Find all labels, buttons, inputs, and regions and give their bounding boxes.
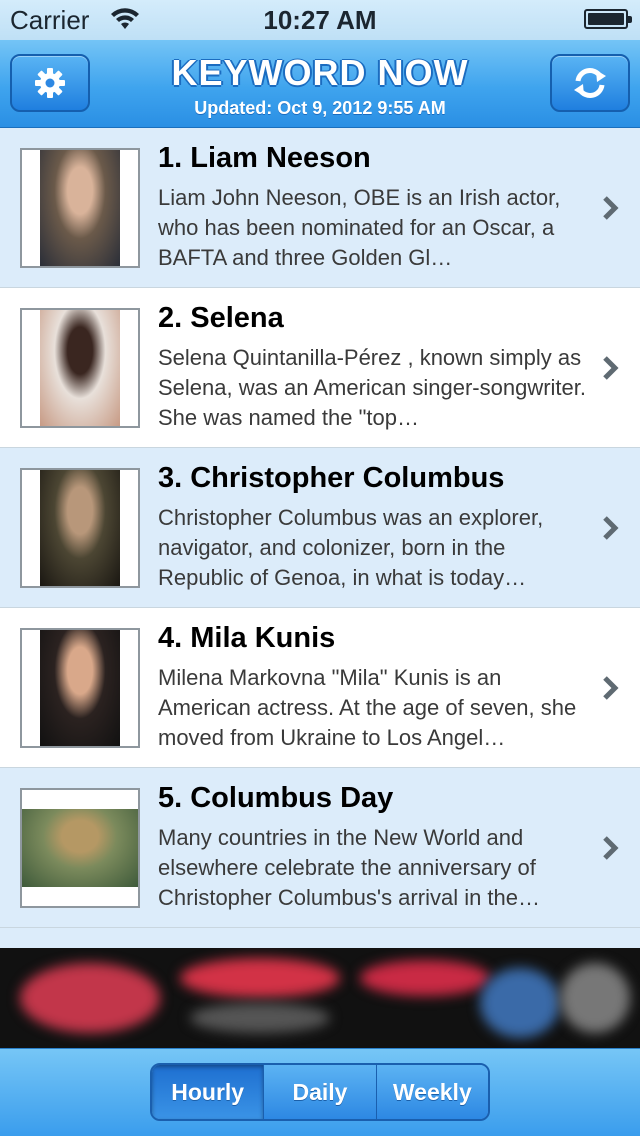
refresh-icon xyxy=(574,68,606,98)
list-row-partial xyxy=(0,928,640,948)
status-bar: Carrier 10:27 AM xyxy=(0,0,640,40)
item-description: Liam John Neeson, OBE is an Irish actor,… xyxy=(158,185,561,270)
thumbnail-image xyxy=(20,628,140,748)
thumbnail-image xyxy=(20,308,140,428)
tab-weekly[interactable]: Weekly xyxy=(376,1065,488,1119)
thumbnail-image xyxy=(20,148,140,268)
list-item[interactable]: 5. Columbus Day Many countries in the New… xyxy=(0,768,640,928)
list-item[interactable]: 1. Liam Neeson Liam John Neeson, OBE is a… xyxy=(0,128,640,288)
chevron-right-icon xyxy=(603,516,619,540)
item-title: 1. Liam Neeson xyxy=(158,142,371,174)
tab-hourly[interactable]: Hourly xyxy=(152,1065,265,1119)
item-description: Milena Markovna "Mila" Kunis is an Ameri… xyxy=(158,665,577,750)
list-item[interactable]: 3. Christopher Columbus Christopher Colum… xyxy=(0,448,640,608)
nav-bar: KEYWORD NOW Updated: Oct 9, 2012 9:55 AM xyxy=(0,40,640,128)
tab-bar: Hourly Daily Weekly xyxy=(0,1048,640,1136)
item-description: Selena Quintanilla-Pérez , known simply … xyxy=(158,345,586,430)
tab-daily[interactable]: Daily xyxy=(264,1065,377,1119)
list-item[interactable]: 4. Mila Kunis Milena Markovna "Mila" Kuni… xyxy=(0,608,640,768)
item-description: Many countries in the New World and else… xyxy=(158,825,541,910)
thumbnail-image xyxy=(20,788,140,908)
thumbnail-image xyxy=(20,468,140,588)
item-title: 4. Mila Kunis xyxy=(158,622,336,654)
chevron-right-icon xyxy=(603,676,619,700)
clock: 10:27 AM xyxy=(263,5,377,35)
chevron-right-icon xyxy=(603,356,619,380)
ad-banner[interactable] xyxy=(0,948,640,1048)
chevron-right-icon xyxy=(603,836,619,860)
item-description: Christopher Columbus was an explorer, na… xyxy=(158,505,544,590)
list-item[interactable]: 2. Selena Selena Quintanilla-Pérez , know… xyxy=(0,288,640,448)
updated-label: Updated: Oct 9, 2012 9:55 AM xyxy=(194,98,446,118)
item-title: 5. Columbus Day xyxy=(158,782,394,814)
period-segmented-control: Hourly Daily Weekly xyxy=(150,1063,490,1121)
item-title: 3. Christopher Columbus xyxy=(158,462,505,494)
battery-icon xyxy=(584,9,632,29)
gear-icon xyxy=(35,68,65,98)
app-title: KEYWORD NOW xyxy=(171,52,469,93)
refresh-button[interactable] xyxy=(550,54,630,112)
chevron-right-icon xyxy=(603,196,619,220)
item-title: 2. Selena xyxy=(158,302,284,334)
keyword-list: 1. Liam Neeson Liam John Neeson, OBE is a… xyxy=(0,128,640,928)
